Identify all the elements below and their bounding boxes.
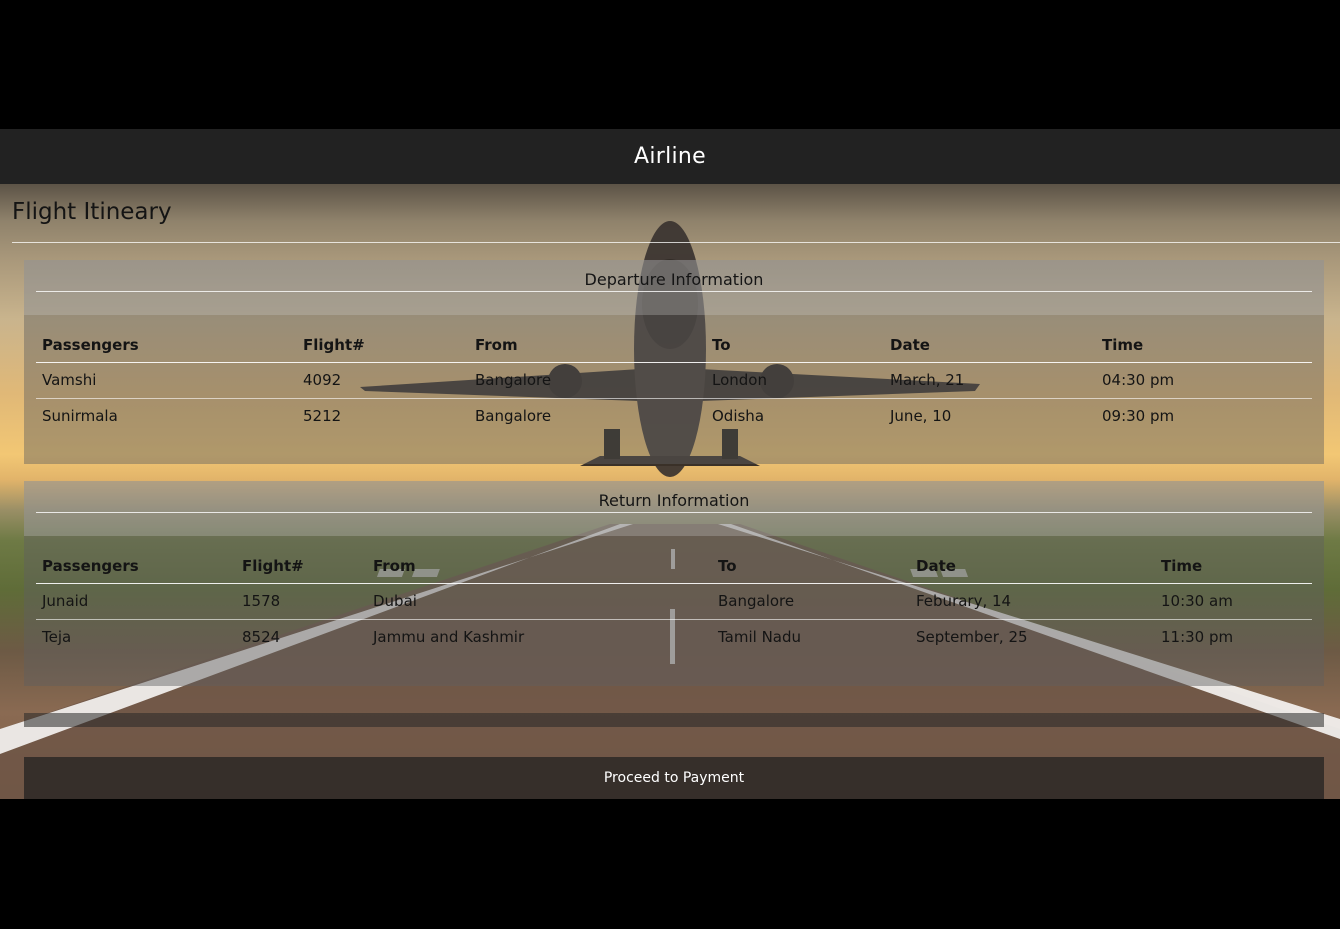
cell-passenger: Vamshi [36, 362, 297, 399]
cell-passenger: Junaid [36, 583, 236, 620]
departure-heading: Departure Information [584, 270, 764, 289]
column-header-date: Date [910, 550, 1155, 584]
cell-from: Bangalore [469, 362, 706, 399]
column-header-passengers: Passengers [36, 329, 297, 363]
cell-passenger: Teja [42, 628, 72, 646]
return-table: Passengers Flight# From To Date Time Jun… [36, 550, 1312, 655]
cell-time: 09:30 pm [1102, 407, 1175, 425]
table-row: Sunirmala 5212 Bangalore Odisha June, 10… [36, 399, 1312, 435]
app-viewport: Airline Flight Itineary Departure Inform… [0, 129, 1340, 799]
return-heading-divider [36, 512, 1312, 513]
cell-time: 04:30 pm [1096, 362, 1312, 399]
cell-flight: 8524 [242, 628, 281, 646]
column-header-from: From [367, 550, 712, 584]
proceed-to-payment-label: Proceed to Payment [603, 770, 745, 786]
cell-date: Feburary, 14 [910, 583, 1155, 620]
return-panel-header: Return Information [24, 481, 1324, 536]
title-divider [12, 242, 1340, 243]
cell-flight: 1578 [236, 583, 367, 620]
cell-time: 10:30 am [1155, 583, 1312, 620]
cell-to: Tamil Nadu [718, 628, 802, 646]
page-title: Flight Itineary [12, 199, 172, 225]
cell-time: 11:30 pm [1161, 628, 1234, 646]
cell-to: London [706, 362, 884, 399]
departure-panel: Departure Information Passengers Flight#… [24, 260, 1324, 464]
cell-flight: 4092 [297, 362, 469, 399]
return-heading: Return Information [598, 491, 750, 510]
cell-passenger: Sunirmala [42, 407, 118, 425]
cell-date: March, 21 [884, 362, 1096, 399]
cell-flight: 5212 [303, 407, 342, 425]
departure-table: Passengers Flight# From To Date Time Vam… [36, 329, 1312, 434]
column-header-time: Time [1096, 329, 1312, 363]
cell-from: Dubai [367, 583, 712, 620]
column-header-flight: Flight# [297, 329, 469, 363]
cell-date: June, 10 [890, 407, 952, 425]
column-header-date: Date [884, 329, 1096, 363]
column-header-time: Time [1155, 550, 1312, 584]
return-panel: Return Information Passengers Flight# Fr… [24, 481, 1324, 686]
table-header-row: Passengers Flight# From To Date Time [36, 550, 1312, 584]
column-header-passengers: Passengers [36, 550, 236, 584]
cell-to: Odisha [712, 407, 765, 425]
app-title: Airline [633, 144, 706, 169]
divider-stripe [24, 713, 1324, 727]
departure-heading-divider [36, 291, 1312, 292]
column-header-flight: Flight# [236, 550, 367, 584]
column-header-to: To [706, 329, 884, 363]
cell-to: Bangalore [712, 583, 910, 620]
table-row: Vamshi 4092 Bangalore London March, 21 0… [36, 362, 1312, 399]
cell-date: September, 25 [916, 628, 1028, 646]
departure-panel-header: Departure Information [24, 260, 1324, 315]
proceed-to-payment-button[interactable]: Proceed to Payment [24, 757, 1324, 799]
column-header-to: To [712, 550, 910, 584]
top-header-bar: Airline [0, 129, 1340, 184]
runway-airplane-illustration [0, 221, 1340, 799]
cell-from: Bangalore [475, 407, 552, 425]
table-row: Teja 8524 Jammu and Kashmir Tamil Nadu S… [36, 620, 1312, 656]
table-header-row: Passengers Flight# From To Date Time [36, 329, 1312, 363]
column-header-from: From [469, 329, 706, 363]
cell-from: Jammu and Kashmir [373, 628, 525, 646]
table-row: Junaid 1578 Dubai Bangalore Feburary, 14… [36, 583, 1312, 620]
